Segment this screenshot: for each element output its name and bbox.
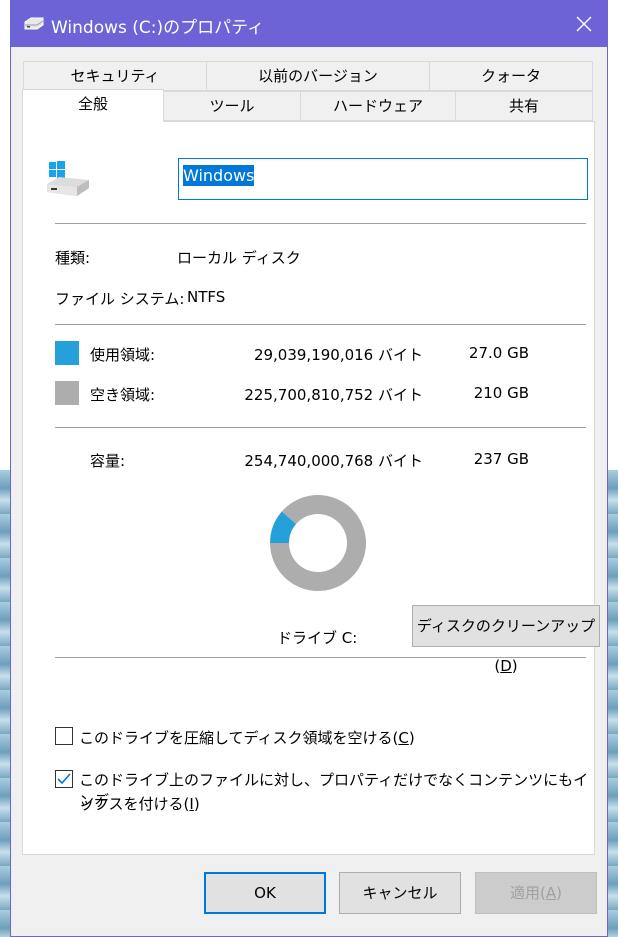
button-text: 適用(: [510, 884, 546, 902]
free-space-label: 空き領域:: [90, 386, 156, 404]
capacity-size: 237 GB: [473, 450, 529, 468]
drive-name-input[interactable]: [178, 158, 588, 200]
compress-drive-checkbox[interactable]: [55, 727, 73, 745]
tab-label: ハードウェア: [332, 97, 423, 115]
title-bar[interactable]: Windows (C:)のプロパティ: [11, 1, 607, 47]
option-text: ックスを付ける(: [79, 795, 190, 813]
used-space-swatch: [55, 341, 79, 365]
disk-usage-donut: [270, 495, 366, 591]
button-text-end: ): [511, 657, 518, 675]
type-label: 種類:: [55, 249, 91, 267]
tab-hardware[interactable]: ハードウェア: [300, 91, 456, 121]
tab-previous-versions[interactable]: 以前のバージョン: [206, 61, 430, 91]
tab-general[interactable]: 全般: [22, 89, 164, 122]
tab-label: ツール: [209, 97, 255, 115]
button-text-end: ): [556, 884, 562, 902]
access-key: A: [545, 884, 557, 902]
apply-button[interactable]: 適用(A): [475, 872, 597, 914]
file-system-value: NTFS: [187, 288, 226, 306]
used-space-bytes: 29,039,190,016 バイト: [253, 346, 423, 364]
button-text: キャンセル: [362, 884, 438, 902]
file-system-label: ファイル システム:: [55, 290, 185, 308]
cancel-button[interactable]: キャンセル: [339, 872, 461, 914]
index-contents-label-line2[interactable]: ックスを付ける(I): [79, 793, 200, 814]
properties-dialog: Windows (C:)のプロパティ セキュリティ 以前のバージョン クォータ …: [10, 0, 608, 937]
tab-sharing[interactable]: 共有: [455, 91, 593, 121]
tab-label: セキュリティ: [70, 67, 160, 85]
disk-cleanup-button[interactable]: ディスクのクリーンアップ(D): [412, 605, 600, 675]
drive-letter-label: ドライブ C:: [277, 629, 358, 647]
tab-security[interactable]: セキュリティ: [23, 61, 207, 91]
tab-label: クォータ: [480, 67, 541, 85]
divider: [55, 223, 586, 224]
index-contents-checkbox[interactable]: [55, 770, 73, 788]
drive-icon: [23, 16, 45, 32]
tab-label: 全般: [77, 95, 108, 113]
capacity-label: 容量:: [90, 452, 126, 470]
used-space-label: 使用領域:: [90, 346, 156, 364]
tab-label: 以前のバージョン: [258, 67, 378, 85]
used-space-size: 27.0 GB: [468, 344, 529, 362]
divider: [55, 657, 586, 658]
compress-drive-label[interactable]: このドライブを圧縮してディスク領域を空ける(C): [79, 727, 415, 748]
hard-drive-windows-icon: [45, 160, 93, 204]
general-panel: Windows 種類: ローカル ディスク ファイル システム: NTFS 使用…: [22, 121, 600, 855]
access-key: C: [398, 729, 409, 747]
free-space-size: 210 GB: [473, 384, 529, 402]
free-space-bytes: 225,700,810,752 バイト: [244, 386, 423, 404]
button-text: OK: [254, 884, 276, 902]
divider: [55, 324, 586, 325]
close-icon: [576, 16, 592, 32]
window-title: Windows (C:)のプロパティ: [51, 18, 265, 38]
tab-quota[interactable]: クォータ: [429, 61, 593, 91]
free-space-swatch: [55, 381, 79, 405]
access-key: D: [500, 657, 512, 675]
tab-label: 共有: [508, 97, 539, 115]
capacity-bytes: 254,740,000,768 バイト: [244, 452, 423, 470]
option-text-end: ): [408, 729, 415, 747]
divider: [55, 427, 586, 428]
option-text-end: ): [193, 795, 200, 813]
option-text: このドライブを圧縮してディスク領域を空ける(: [79, 729, 399, 747]
type-value: ローカル ディスク: [177, 249, 301, 267]
tab-tools[interactable]: ツール: [163, 91, 301, 121]
close-button[interactable]: [561, 1, 607, 47]
checkmark-icon: [57, 773, 71, 785]
ok-button[interactable]: OK: [204, 872, 326, 914]
